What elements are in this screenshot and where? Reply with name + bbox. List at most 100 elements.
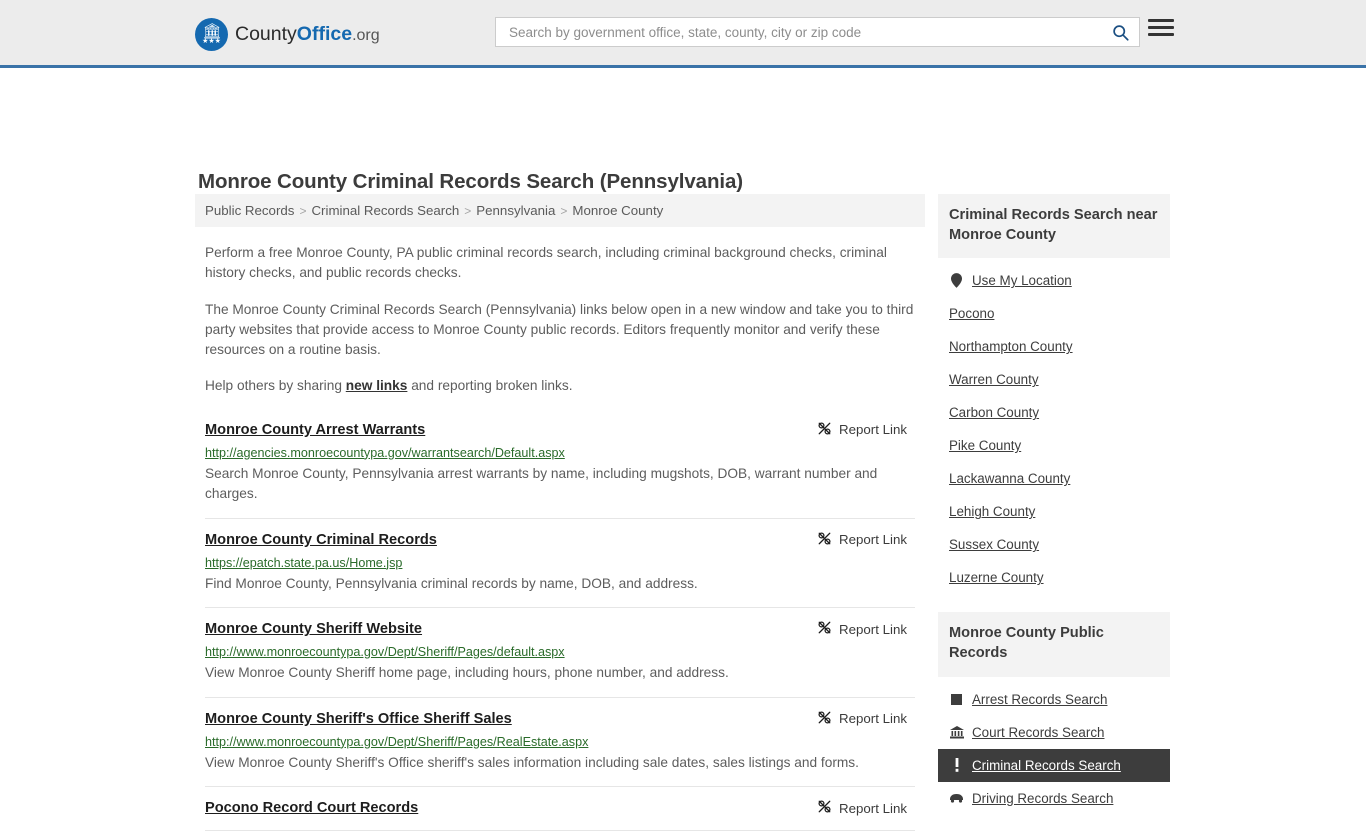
breadcrumb-item-pennsylvania[interactable]: Pennsylvania — [476, 203, 555, 218]
sidebar-item-label: Carbon County — [949, 405, 1040, 421]
broken-link-icon — [817, 799, 832, 817]
result-item: Monroe County Sheriff Website Report Lin… — [205, 608, 915, 698]
sidebar-item-pike-county[interactable]: Pike County — [938, 429, 1170, 462]
breadcrumb-separator: > — [464, 203, 472, 218]
exclamation-icon — [949, 758, 964, 773]
sidebar-item-lehigh-county[interactable]: Lehigh County — [938, 495, 1170, 528]
result-item: Monroe County Sheriff's Office Sheriff S… — [205, 698, 915, 788]
intro-p3-after: and reporting broken links. — [407, 378, 573, 394]
sidebar-item-label: Sussex County — [949, 537, 1040, 553]
sidebar-item-driving-records-search[interactable]: Driving Records Search — [938, 782, 1170, 815]
breadcrumb-item-criminal-records-search[interactable]: Criminal Records Search — [311, 203, 459, 218]
sidebar-item-carbon-county[interactable]: Carbon County — [938, 396, 1170, 429]
sidebar-item-label: Arrest Records Search — [972, 691, 1108, 707]
site-logo[interactable]: 🏛 ★★★ CountyOffice.org — [195, 18, 380, 51]
sidebar-item-label: Criminal Records Search — [972, 757, 1121, 773]
result-url[interactable]: https://epatch.state.pa.us/Home.jsp — [205, 556, 915, 570]
result-url[interactable]: http://www.monroecountypa.gov/Dept/Sheri… — [205, 645, 915, 659]
hamburger-bar — [1148, 19, 1174, 22]
report-link-button[interactable]: Report Link — [817, 531, 907, 549]
courthouse-icon — [949, 725, 964, 739]
logo-text-part3: .org — [352, 27, 380, 44]
broken-link-icon — [817, 421, 832, 439]
sidebar-item-arrest-records-search[interactable]: Arrest Records Search — [938, 683, 1170, 716]
sidebar-item-label: Use My Location — [972, 273, 1072, 289]
sidebar-item-label: Lackawanna County — [949, 471, 1071, 487]
sidebar-item-sussex-county[interactable]: Sussex County — [938, 528, 1170, 561]
sidebar: Criminal Records Search near Monroe Coun… — [938, 194, 1170, 815]
site-header: 🏛 ★★★ CountyOffice.org — [0, 0, 1366, 68]
result-title[interactable]: Monroe County Arrest Warrants — [205, 422, 425, 438]
sidebar-item-label: Court Records Search — [972, 724, 1105, 740]
logo-text-part2: Office — [296, 23, 353, 45]
breadcrumb-item-monroe-county: Monroe County — [572, 203, 664, 218]
result-description: Find Monroe County, Pennsylvania crimina… — [205, 575, 698, 591]
search-input[interactable] — [507, 23, 1110, 41]
sidebar-heading-nearby: Criminal Records Search near Monroe Coun… — [938, 194, 1170, 259]
sidebar-item-northampton-county[interactable]: Northampton County — [938, 330, 1170, 363]
result-title[interactable]: Pocono Record Court Records — [205, 800, 418, 816]
report-link-button[interactable]: Report Link — [817, 799, 907, 817]
fingerprint-square-icon — [949, 693, 964, 705]
sidebar-item-label: Lehigh County — [949, 504, 1036, 520]
breadcrumb: Public Records > Criminal Records Search… — [195, 194, 925, 227]
results-list: Monroe County Arrest Warrants Report Lin… — [195, 419, 925, 831]
hamburger-bar — [1148, 33, 1174, 36]
result-description: View Monroe County Sheriff's Office sher… — [205, 754, 859, 770]
sidebar-heading-public-records: Monroe County Public Records — [938, 612, 1170, 677]
logo-text-part1: County — [235, 23, 297, 45]
broken-link-icon — [817, 620, 832, 638]
result-item: Pocono Record Court Records Report Link — [205, 787, 915, 831]
result-title[interactable]: Monroe County Criminal Records — [205, 532, 437, 548]
sidebar-item-label: Pocono — [949, 306, 995, 322]
sidebar-item-warren-county[interactable]: Warren County — [938, 363, 1170, 396]
sidebar-item-pocono[interactable]: Pocono — [938, 297, 1170, 330]
sidebar-item-label: Warren County — [949, 372, 1039, 388]
search-box[interactable] — [495, 17, 1140, 47]
result-item: Monroe County Arrest Warrants Report Lin… — [205, 419, 915, 519]
breadcrumb-item-public-records[interactable]: Public Records — [205, 203, 294, 218]
hamburger-menu-icon[interactable] — [1148, 19, 1174, 36]
report-link-button[interactable]: Report Link — [817, 620, 907, 638]
report-link-button[interactable]: Report Link — [817, 710, 907, 728]
report-link-button[interactable]: Report Link — [817, 421, 907, 439]
main-content: Public Records > Criminal Records Search… — [195, 194, 925, 831]
result-title[interactable]: Monroe County Sheriff's Office Sheriff S… — [205, 711, 512, 727]
report-link-label: Report Link — [839, 621, 907, 637]
intro-p3-before: Help others by sharing — [205, 378, 346, 394]
sidebar-item-lackawanna-county[interactable]: Lackawanna County — [938, 462, 1170, 495]
sidebar-item-criminal-records-search[interactable]: Criminal Records Search — [938, 748, 1170, 782]
report-link-label: Report Link — [839, 800, 907, 816]
sidebar-item-court-records-search[interactable]: Court Records Search — [938, 716, 1170, 749]
sidebar-public-records-links: Arrest Records Search Court Records Sear… — [938, 677, 1170, 815]
result-url[interactable]: http://www.monroecountypa.gov/Dept/Sheri… — [205, 735, 915, 749]
car-icon — [949, 793, 964, 803]
broken-link-icon — [817, 710, 832, 728]
sidebar-item-label: Driving Records Search — [972, 790, 1114, 806]
search-icon[interactable] — [1110, 24, 1131, 41]
page-title: Monroe County Criminal Records Search (P… — [198, 169, 744, 193]
sidebar-item-label: Northampton County — [949, 339, 1073, 355]
sidebar-item-use-my-location[interactable]: Use My Location — [938, 264, 1170, 297]
intro-paragraph-1: Perform a free Monroe County, PA public … — [205, 245, 887, 281]
breadcrumb-separator: > — [299, 203, 307, 218]
search-area — [495, 17, 1174, 47]
intro-paragraph-2: The Monroe County Criminal Records Searc… — [205, 301, 914, 358]
result-url[interactable]: http://agencies.monroecountypa.gov/warra… — [205, 446, 915, 460]
new-links-link[interactable]: new links — [346, 378, 408, 393]
breadcrumb-separator: > — [560, 203, 568, 218]
result-title[interactable]: Monroe County Sheriff Website — [205, 621, 422, 637]
intro-text: Perform a free Monroe County, PA public … — [195, 243, 925, 397]
sidebar-item-label: Pike County — [949, 438, 1022, 454]
sidebar-nearby-links: Use My Location Pocono Northampton Count… — [938, 258, 1170, 594]
result-description: Search Monroe County, Pennsylvania arres… — [205, 465, 878, 502]
broken-link-icon — [817, 531, 832, 549]
logo-text: CountyOffice.org — [235, 23, 380, 46]
eagle-seal-icon: 🏛 ★★★ — [195, 18, 228, 51]
sidebar-item-label: Luzerne County — [949, 570, 1044, 586]
report-link-label: Report Link — [839, 711, 907, 727]
hamburger-bar — [1148, 26, 1174, 29]
result-description: View Monroe County Sheriff home page, in… — [205, 665, 729, 681]
report-link-label: Report Link — [839, 532, 907, 548]
sidebar-item-luzerne-county[interactable]: Luzerne County — [938, 561, 1170, 594]
